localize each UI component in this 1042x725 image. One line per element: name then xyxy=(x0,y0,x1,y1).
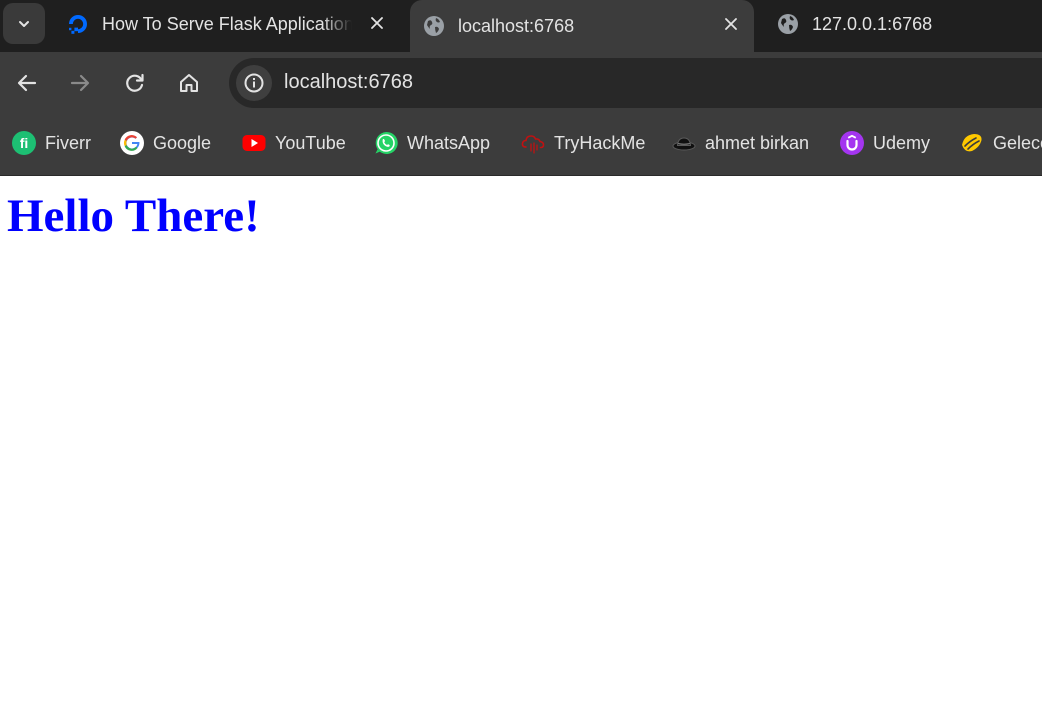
tab-title: How To Serve Flask Applications with Gun… xyxy=(102,13,352,34)
bookmark-label: Fiverr xyxy=(45,132,91,153)
fiverr-icon: fi xyxy=(12,131,36,155)
bookmark-label: Google xyxy=(153,132,212,153)
bookmark-label: WhatsApp xyxy=(407,132,491,153)
bookmark-ahmet-birkan[interactable]: ahmet birkan xyxy=(672,130,809,156)
bookmark-gelecek[interactable]: Gelecek xyxy=(960,130,1042,156)
info-icon xyxy=(244,73,264,93)
site-info-button[interactable] xyxy=(236,65,272,101)
close-icon[interactable] xyxy=(367,13,387,33)
bookmark-label: TryHackMe xyxy=(554,132,646,153)
address-bar[interactable]: localhost:6768 xyxy=(229,58,1042,108)
tab-flask-article[interactable]: How To Serve Flask Applications with Gun… xyxy=(54,0,400,48)
turkcell-icon xyxy=(960,131,984,155)
bookmark-whatsapp[interactable]: WhatsApp xyxy=(374,130,490,156)
home-button[interactable] xyxy=(171,65,207,101)
globe-icon xyxy=(776,12,800,36)
bookmark-google[interactable]: Google xyxy=(120,130,211,156)
page-content: Hello There! xyxy=(0,176,1042,725)
reload-icon xyxy=(126,73,144,92)
udemy-icon xyxy=(840,131,864,155)
youtube-icon xyxy=(242,131,266,155)
reload-button[interactable] xyxy=(117,65,153,101)
arrow-right-icon xyxy=(70,74,90,92)
tryhackme-icon xyxy=(521,131,545,155)
hat-icon xyxy=(672,131,696,155)
tab-localhost[interactable]: localhost:6768 xyxy=(410,0,754,52)
chevron-down-icon xyxy=(19,20,29,27)
google-icon xyxy=(120,131,144,155)
globe-icon xyxy=(422,14,446,38)
toolbar: localhost:6768 xyxy=(0,52,1042,114)
bookmark-label: Gelecek xyxy=(993,132,1042,153)
svg-text:fi: fi xyxy=(20,135,29,151)
tab-search-button[interactable] xyxy=(3,3,45,44)
back-button[interactable] xyxy=(9,65,45,101)
bookmark-label: YouTube xyxy=(275,132,346,153)
close-icon[interactable] xyxy=(721,14,741,34)
bookmark-udemy[interactable]: Udemy xyxy=(840,130,930,156)
page-heading: Hello There! xyxy=(7,190,260,242)
tab-title: 127.0.0.1:6768 xyxy=(812,13,933,34)
url-text[interactable]: localhost:6768 xyxy=(284,71,413,94)
bookmark-youtube[interactable]: YouTube xyxy=(242,130,346,156)
tab-127-0-0-1[interactable]: 127.0.0.1:6768 xyxy=(764,0,1042,48)
bookmark-label: Udemy xyxy=(873,132,931,153)
bookmarks-bar: fi Fiverr Google YouTube WhatsApp TryHac… xyxy=(0,114,1042,176)
whatsapp-icon xyxy=(374,131,398,155)
bookmark-fiverr[interactable]: fi Fiverr xyxy=(12,130,91,156)
tab-title: localhost:6768 xyxy=(458,15,575,36)
tab-strip: How To Serve Flask Applications with Gun… xyxy=(0,0,1042,52)
bookmark-tryhackme[interactable]: TryHackMe xyxy=(521,130,645,156)
arrow-left-icon xyxy=(17,74,37,92)
forward-button[interactable] xyxy=(62,65,98,101)
home-icon xyxy=(180,74,198,92)
digitalocean-icon xyxy=(66,12,90,36)
bookmark-label: ahmet birkan xyxy=(705,132,810,153)
